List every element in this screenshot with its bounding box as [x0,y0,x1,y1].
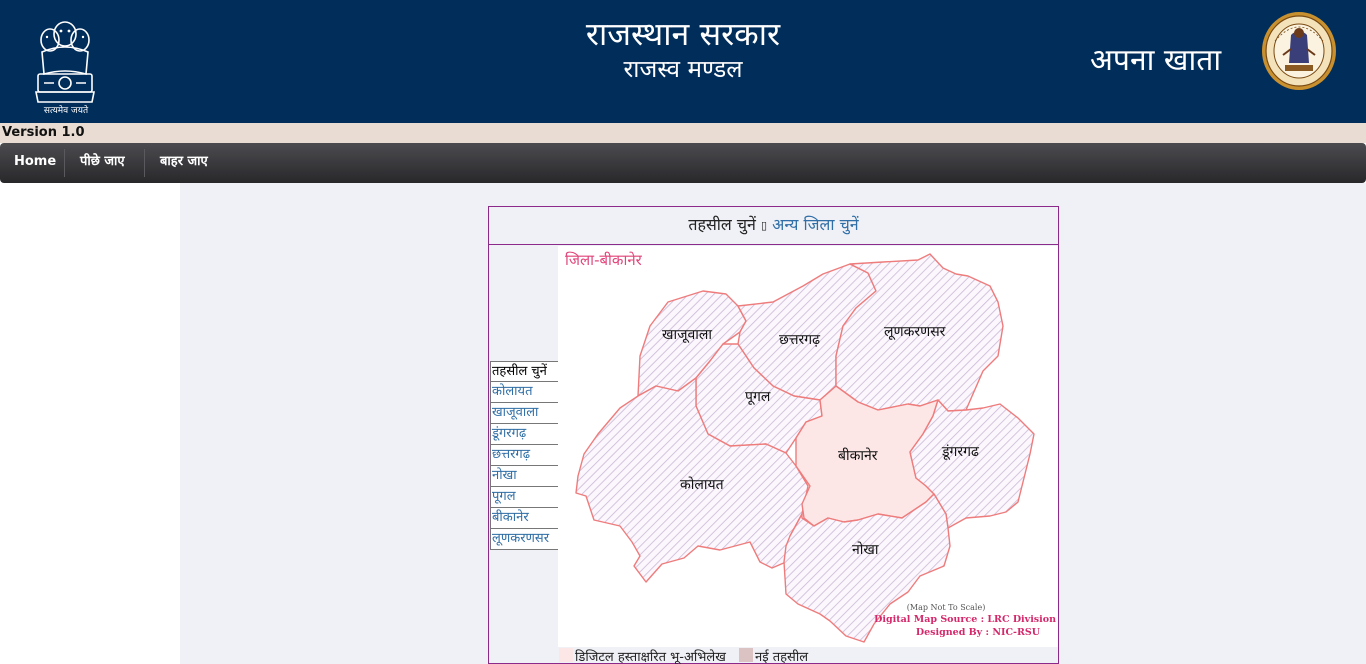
map-label-bikaner: बीकानेर [838,447,878,464]
map-label-kolayat: कोलायत [680,476,725,493]
legend-digital-signed: डिजिटल हस्ताक्षरित भू-अभिलेख [575,650,726,664]
tehsil-link-bikaner[interactable]: बीकानेर [490,508,559,529]
map-credits: (Map Not To Scale) Digital Map Source : … [874,603,1056,638]
version-bar: Version 1.0 [0,123,1366,143]
map-label-chhattargarh: छत्तरगढ़ [779,332,821,348]
site-header: सत्यमेव जयते राजस्थान सरकार राजस्व मण्डल… [0,0,1366,123]
map-label-poogal: पूगल [745,389,771,405]
tehsil-link-khajuwala[interactable]: खाजूवाला [490,403,559,424]
tehsil-list-header: तहसील चुनें [490,361,559,382]
version-label: Version 1.0 [2,125,85,140]
legend-swatch-digital [559,648,573,662]
tehsil-link-dungargarh[interactable]: डूंगरगढ़ [490,424,559,445]
nav-home[interactable]: Home [14,143,56,183]
map-label-khajuwala: खाजूवाला [662,327,712,343]
nav-divider [144,149,145,177]
map-source-credit: Digital Map Source : LRC Division [874,614,1056,625]
revenue-board-seal-icon [1262,12,1336,90]
tehsil-list: तहसील चुनें कोलायत खाजूवाला डूंगरगढ़ छत्… [490,361,559,550]
tehsil-link-poogal[interactable]: पूगल [490,487,559,508]
left-panel [0,183,180,664]
legend-new-tehsil: नई तहसील [755,650,809,664]
panel-header: तहसील चुनें ▯ अन्य जिला चुनें [489,207,1058,245]
tehsil-selection-panel: तहसील चुनें ▯ अन्य जिला चुनें तहसील चुने… [488,206,1059,664]
app-name: अपना खाता [1090,43,1222,78]
map-legend: डिजिटल हस्ताक्षरित भू-अभिलेख नई तहसील [558,647,1058,664]
other-district-link[interactable]: अन्य जिला चुनें [772,215,858,234]
tehsil-prompt: तहसील चुनें [688,215,756,234]
nav-exit[interactable]: बाहर जाए [160,143,208,183]
designed-by-credit: Designed By : NIC-RSU [915,627,1040,638]
tehsil-link-chhattargarh[interactable]: छत्तरगढ़ [490,445,559,466]
map-label-nokha: नोखा [852,541,879,558]
legend-swatch-new-tehsil [739,648,753,662]
map-label-lunkaransar: लूणकरणसर [884,324,946,340]
tehsil-link-nokha[interactable]: नोखा [490,466,559,487]
district-title: जिला-बीकानेर [565,251,642,269]
tehsil-link-kolayat[interactable]: कोलायत [490,382,559,403]
map-label-dungargarh: डूंगरगढ [941,444,980,460]
separator-icon: ▯ [761,219,768,232]
not-to-scale-note: (Map Not To Scale) [906,603,986,612]
nav-back[interactable]: पीछे जाए [80,143,125,183]
district-map-svg: खाजूवाला छत्तरगढ़ लूणकरणसर पूगल बीकानेर … [575,253,1035,643]
nav-divider [64,149,65,177]
district-map: खाजूवाला छत्तरगढ़ लूणकरणसर पूगल बीकानेर … [558,246,1058,647]
tehsil-link-lunkaransar[interactable]: लूणकरणसर [490,529,559,550]
main-navbar: Home पीछे जाए बाहर जाए [0,143,1366,183]
emblem-caption: सत्यमेव जयते [43,106,89,116]
